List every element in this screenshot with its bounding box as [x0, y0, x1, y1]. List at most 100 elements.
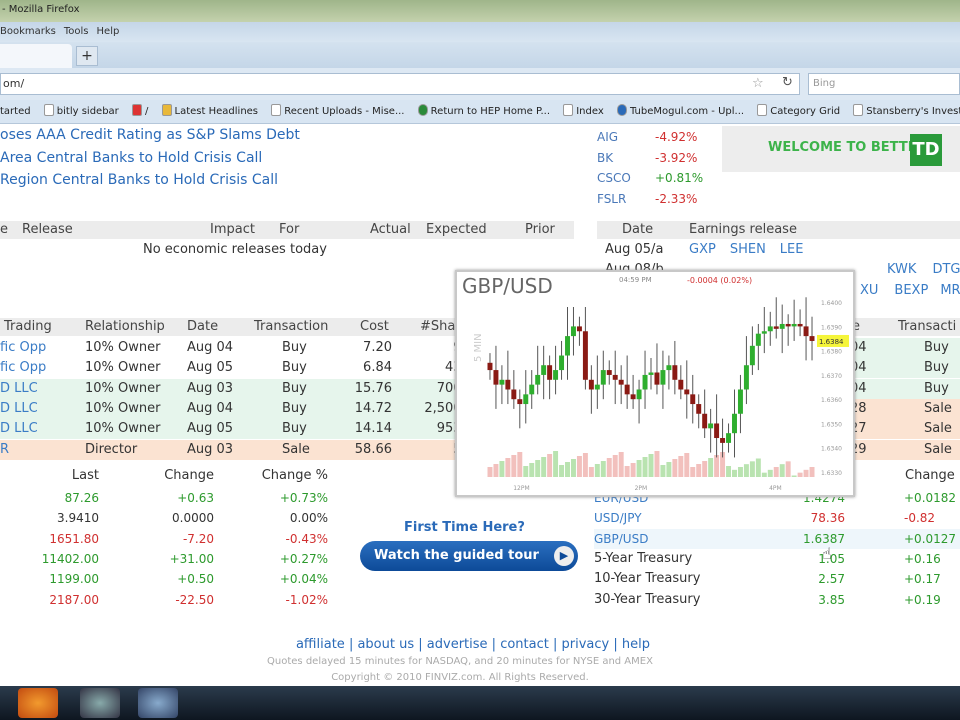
footer-link-affiliate[interactable]: affiliate [296, 637, 345, 652]
ticker-link[interactable]: AIG [597, 127, 655, 148]
news-link[interactable]: Area Central Banks to Hold Crisis Call [0, 150, 262, 166]
futures-row[interactable]: 1651.80 -7.20 -0.43% [0, 529, 340, 549]
browser-tab[interactable] [0, 44, 72, 68]
bookmark[interactable]: bitly sidebar [43, 100, 119, 124]
insider-row-right[interactable]: 29 Sale [840, 439, 960, 460]
forex-row[interactable]: 30-Year Treasury 3.85 +0.19 [594, 590, 960, 610]
candle-body [696, 404, 702, 414]
insider-row-right[interactable]: 04 Buy [840, 338, 960, 358]
instrument[interactable]: GBP/USD [594, 529, 648, 549]
bookmark[interactable]: Stansberry's Investm [853, 100, 960, 124]
candle-body [684, 389, 690, 395]
ticker-link[interactable]: BK [597, 148, 655, 169]
cost: 7.20 [363, 340, 392, 355]
youtube-icon [131, 104, 142, 116]
owner-link[interactable]: D LLC [0, 419, 38, 439]
page-icon [43, 104, 54, 116]
new-tab-button[interactable]: + [76, 46, 98, 66]
forex-row[interactable]: GBP/USD 1.6387 +0.0127 [594, 528, 960, 549]
forex-row[interactable]: 5-Year Treasury 1.05 +0.16 [594, 549, 960, 569]
earnings-row: Aug 05/a GXP SHEN LEE [605, 240, 803, 260]
owner-link[interactable]: R [0, 440, 9, 460]
reload-icon[interactable]: ↻ [782, 75, 793, 90]
ticker-link[interactable]: SHEN [730, 242, 766, 257]
change: -3.92% [655, 150, 698, 165]
news-link[interactable]: oses AAA Credit Rating as S&P Slams Debt [0, 127, 300, 143]
y-tick-label: 1.6390 [821, 324, 842, 331]
transaction: Sale [282, 441, 310, 457]
col-header: Change [164, 468, 214, 483]
instrument[interactable]: USD/JPY [594, 508, 642, 528]
td-ad-banner[interactable]: WELCOME TO BETTER TD [722, 126, 960, 172]
volume-bar [612, 455, 618, 477]
ticker-link[interactable]: XU [860, 283, 878, 298]
footer-link-about[interactable]: about us [357, 637, 414, 652]
footer-link-help[interactable]: help [622, 637, 650, 652]
bookmark[interactable]: Recent Uploads - Mise... [271, 100, 404, 124]
futures-row[interactable]: 1199.00 +0.50 +0.04% [0, 569, 340, 589]
ticker-link[interactable]: MR [940, 283, 960, 298]
forex-row[interactable]: 10-Year Treasury 2.57 +0.17 [594, 569, 960, 589]
futures-row[interactable]: 3.9410 0.0000 0.00% [0, 508, 340, 528]
bookmark[interactable]: Index [563, 100, 604, 124]
bookmark[interactable]: Return to HEP Home P... [417, 100, 550, 124]
candle-body [553, 370, 559, 380]
media-player-icon[interactable] [80, 688, 120, 718]
footer-link-contact[interactable]: contact [500, 637, 549, 652]
bookmark[interactable]: Latest Headlines [161, 100, 258, 124]
change: -2.33% [655, 191, 698, 206]
ticker-link[interactable]: LEE [780, 242, 804, 257]
forex-row[interactable]: USD/JPY 78.36 -0.82 [594, 508, 960, 528]
candle-body [636, 389, 642, 400]
owner-link[interactable]: D LLC [0, 379, 38, 399]
star-icon[interactable]: ☆ [752, 76, 764, 91]
futures-row[interactable]: 11402.00 +31.00 +0.27% [0, 549, 340, 569]
ticker-link[interactable]: GXP [689, 242, 716, 257]
date: Aug 04 [187, 340, 234, 355]
candle-body [761, 331, 767, 334]
bookmark[interactable]: Category Grid [757, 100, 840, 124]
menu-tools[interactable]: Tools [64, 26, 89, 37]
insider-row-right[interactable]: 04 Buy [840, 358, 960, 379]
candle-body [612, 374, 618, 380]
change: 0.0000 [172, 511, 214, 526]
futures-row[interactable]: 87.26 +0.63 +0.73% [0, 488, 340, 508]
menu-bar: Bookmarks Tools Help [0, 22, 960, 42]
url-bar[interactable]: om/ [0, 73, 800, 95]
insider-row-right[interactable]: 28 Sale [840, 398, 960, 419]
change-pct: -1.02% [285, 592, 328, 607]
candle-body [487, 362, 493, 371]
volume-bar [714, 455, 720, 477]
bookmark[interactable]: tarted [0, 100, 31, 124]
volume-bar [672, 459, 678, 477]
owner-link[interactable]: D LLC [0, 399, 38, 419]
firefox-icon[interactable] [18, 688, 58, 718]
ticker-link[interactable]: FSLR [597, 189, 655, 210]
guided-tour-button[interactable]: Watch the guided tour ▶ [360, 541, 578, 571]
bookmark[interactable]: TubeMogul.com - Upl... [616, 100, 744, 124]
futures-row[interactable]: 2187.00 -22.50 -1.02% [0, 590, 340, 610]
menu-help[interactable]: Help [97, 26, 120, 37]
calendar-header: e Release Impact For Actual Expected Pri… [0, 221, 574, 239]
tubemogul-icon [616, 104, 627, 116]
col-header: Last [71, 468, 99, 483]
ticker-link[interactable]: KWK [887, 262, 916, 277]
news-link[interactable]: Region Central Banks to Hold Crisis Call [0, 172, 278, 188]
window-app-icon[interactable] [138, 688, 178, 718]
bookmark[interactable]: / [131, 100, 148, 124]
col-header: Prior [525, 222, 555, 237]
owner-link[interactable]: fic Opp [0, 338, 46, 358]
change-pct: +0.73% [279, 491, 328, 505]
last-price-label: 1.6384 [819, 338, 844, 346]
insider-row-right[interactable]: 04 Buy [840, 378, 960, 399]
insider-row-right[interactable]: 27 Sale [840, 419, 960, 440]
footer-link-advertise[interactable]: advertise [427, 637, 488, 652]
owner-link[interactable]: fic Opp [0, 358, 46, 378]
ticker-link[interactable]: BEXP [894, 283, 928, 298]
menu-bookmarks[interactable]: Bookmarks [0, 26, 56, 37]
ticker-link[interactable]: DTG [932, 262, 960, 277]
ticker-link[interactable]: CSCO [597, 168, 655, 189]
candle-body [743, 365, 749, 390]
search-input[interactable]: Bing [808, 73, 960, 95]
footer-link-privacy[interactable]: privacy [562, 637, 610, 652]
